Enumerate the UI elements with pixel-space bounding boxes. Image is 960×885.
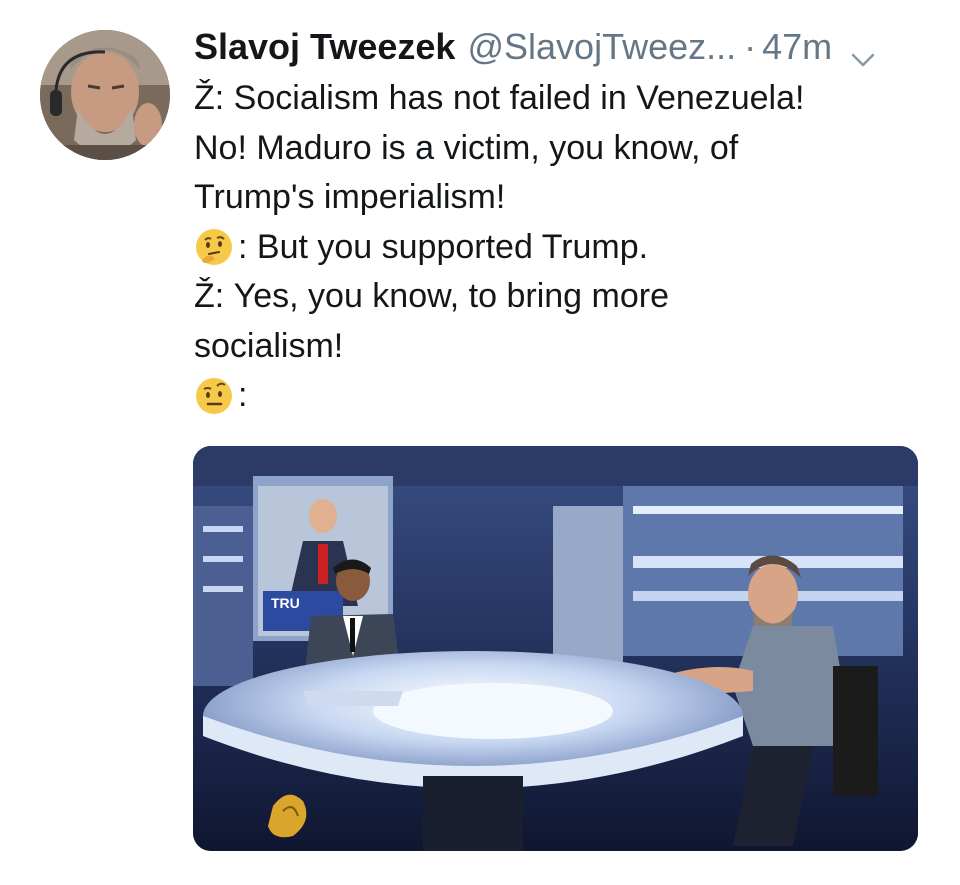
speaker-label: Ž: — [194, 277, 225, 315]
tweet-line: Trump's imperialism! — [194, 173, 934, 223]
line-text: No! Maduro is a victim, you know, of — [194, 128, 739, 167]
user-handle[interactable]: @SlavojTweez... — [467, 26, 736, 68]
tweet-line: socialism! — [194, 322, 934, 372]
screen-text: TRU — [271, 595, 300, 611]
tweet-line: No! Maduro is a victim, you know, of — [194, 124, 934, 174]
timestamp[interactable]: 47m — [762, 26, 832, 68]
tv-studio-photo-icon: TRU — [193, 446, 918, 851]
separator-dot: · — [744, 26, 757, 67]
display-name[interactable]: Slavoj Tweezek — [194, 26, 455, 68]
line-text: : But you supported Trump. — [238, 227, 649, 266]
line-text: Trump's imperialism! — [194, 178, 506, 216]
avatar[interactable] — [40, 30, 170, 160]
speaker-label: Ž: — [194, 79, 225, 117]
line-text: Socialism has not failed in Venezuela! — [233, 79, 805, 117]
tweet-line: : But you supported Trump. — [194, 223, 934, 273]
tweet-line: : — [194, 371, 934, 421]
user-avatar-icon — [40, 30, 170, 160]
thinking-face-emoji — [194, 227, 234, 267]
line-text: Yes, you know, to bring more — [233, 277, 669, 315]
tweet-text: Ž: Socialism has not failed in Venezuela… — [194, 74, 934, 421]
tweet-media-image[interactable]: TRU — [193, 446, 918, 851]
line-text: : — [238, 376, 248, 414]
chevron-down-icon[interactable] — [850, 37, 876, 67]
tweet-line: Ž: Yes, you know, to bring more — [194, 272, 934, 322]
line-text: socialism! — [194, 326, 344, 365]
tweet-header: Slavoj Tweezek @SlavojTweez... · 47m — [194, 22, 876, 72]
raised-eyebrow-face-emoji — [194, 376, 234, 416]
tweet-line: Ž: Socialism has not failed in Venezuela… — [194, 74, 934, 124]
